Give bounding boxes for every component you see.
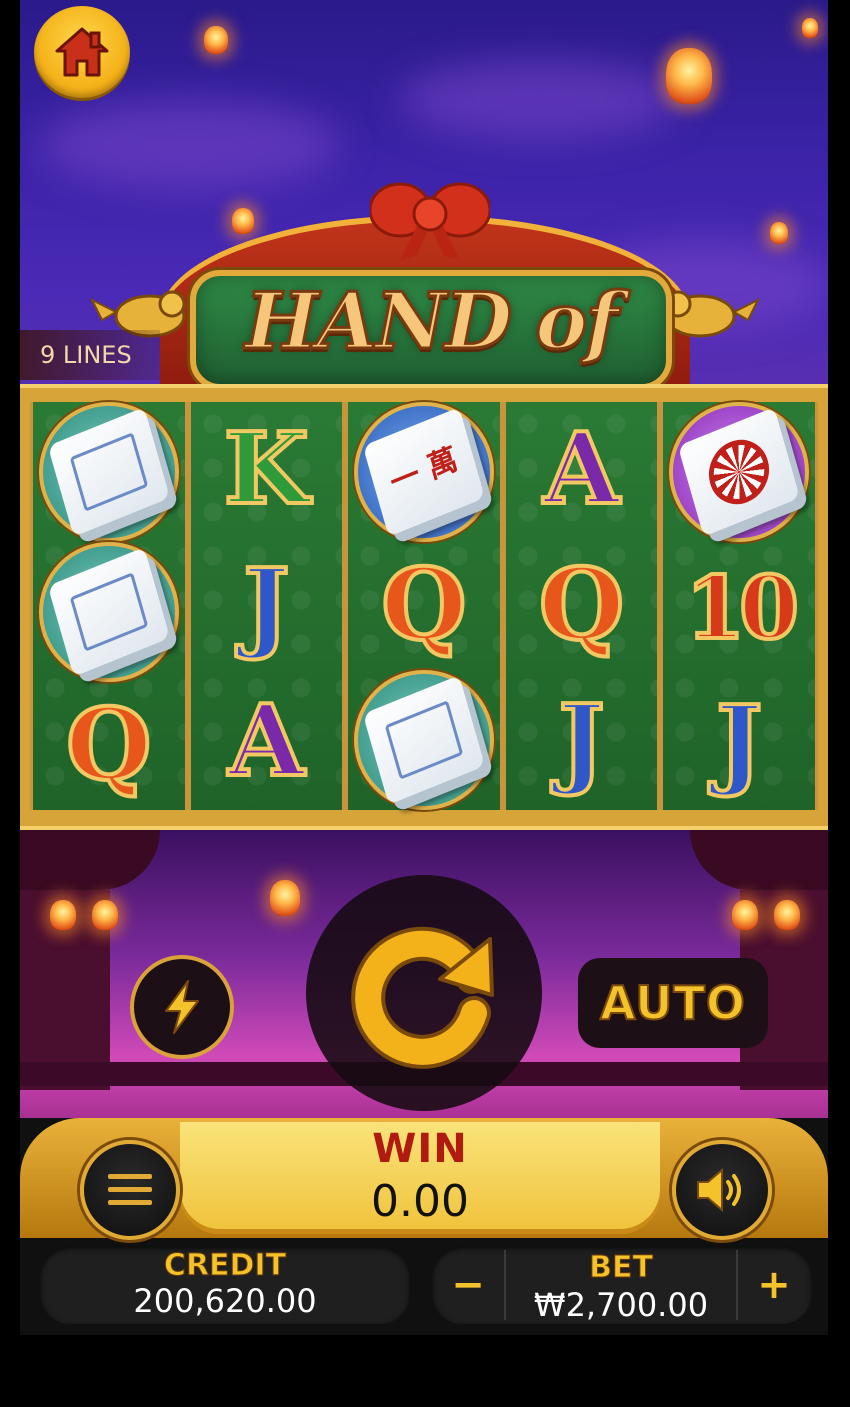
home-button[interactable] bbox=[34, 6, 130, 98]
reel-5: 10 J bbox=[660, 402, 818, 810]
game-logo-title: HAND of GOD bbox=[244, 275, 621, 489]
sky-lantern bbox=[770, 222, 788, 244]
paylines-label: 9 LINES bbox=[20, 330, 160, 380]
symbol-a: A bbox=[542, 412, 622, 527]
sky-lantern bbox=[232, 208, 254, 234]
blank-tile-frame bbox=[384, 700, 464, 780]
bet-increase-button[interactable]: + bbox=[738, 1246, 810, 1324]
game-screen: HAND of GOD 9 LINES QKJA一 萬QAQJ10J bbox=[20, 0, 828, 1335]
reel-cell: J bbox=[663, 676, 815, 810]
mahjong-tile-icon bbox=[362, 675, 486, 805]
reel-cell: J bbox=[191, 538, 343, 674]
reel-cell bbox=[663, 402, 815, 542]
sky-lantern bbox=[270, 880, 300, 916]
speaker-icon bbox=[697, 1167, 741, 1213]
reel-cell: Q bbox=[33, 682, 185, 810]
bet-value: ₩2,700.00 bbox=[533, 1286, 709, 1324]
symbol-q: Q bbox=[537, 548, 626, 663]
reel-3: 一 萬 Q bbox=[345, 402, 503, 810]
mahjong-tile-symbol bbox=[38, 402, 179, 542]
reel-cell: A bbox=[506, 402, 658, 538]
reel-cell: 10 bbox=[663, 542, 815, 676]
temple-lantern bbox=[732, 900, 758, 930]
temple-roof-right bbox=[690, 830, 828, 890]
bet-decrease-button[interactable]: − bbox=[432, 1246, 504, 1324]
blank-tile-frame bbox=[69, 572, 149, 652]
mahjong-tile-symbol bbox=[353, 670, 494, 810]
reel-2: KJA bbox=[187, 402, 346, 810]
symbol-q: Q bbox=[379, 548, 468, 663]
sound-button[interactable] bbox=[672, 1140, 772, 1240]
mahjong-tile-icon bbox=[47, 547, 171, 677]
mahjong-tile-symbol bbox=[669, 402, 810, 542]
bet-label: BET bbox=[589, 1250, 654, 1286]
tile-circle-icon bbox=[701, 430, 777, 514]
temple-lantern bbox=[92, 900, 118, 930]
sky-lantern bbox=[666, 48, 712, 104]
cloud bbox=[40, 100, 340, 190]
cloud bbox=[400, 60, 680, 140]
symbol-q: Q bbox=[64, 688, 153, 803]
symbol-j: J bbox=[241, 548, 291, 663]
temple-roof-left bbox=[20, 830, 160, 890]
symbol-j: J bbox=[556, 684, 606, 799]
win-label: WIN bbox=[372, 1126, 468, 1172]
reel-cell: Q bbox=[348, 542, 500, 670]
sky-lantern bbox=[204, 26, 228, 54]
credit-value: 200,620.00 bbox=[133, 1282, 317, 1320]
credit-label: CREDIT bbox=[163, 1248, 287, 1284]
reel-cell: Q bbox=[506, 538, 658, 674]
mahjong-tile-icon bbox=[677, 407, 801, 537]
reels-grid: QKJA一 萬 Q A Q J 10 J bbox=[30, 402, 818, 810]
symbol-a: A bbox=[226, 684, 306, 799]
reel-cell: 一 萬 bbox=[348, 402, 500, 542]
temple-lantern bbox=[50, 900, 76, 930]
ribbon-bow-icon bbox=[370, 182, 490, 260]
sky-lantern bbox=[802, 18, 818, 38]
blank-tile-frame bbox=[69, 432, 149, 512]
reel-cell: J bbox=[506, 674, 658, 810]
mahjong-tile-symbol bbox=[38, 542, 179, 682]
turbo-button[interactable] bbox=[130, 955, 234, 1059]
lightning-icon bbox=[165, 980, 199, 1034]
win-value: 0.00 bbox=[371, 1176, 469, 1227]
tile-character: 一 萬 bbox=[386, 441, 462, 502]
reel-1: Q bbox=[30, 402, 188, 810]
mahjong-tile-icon: 一 萬 bbox=[362, 407, 486, 537]
golden-bird-icon bbox=[664, 290, 760, 338]
symbol-k: K bbox=[222, 412, 311, 527]
reel-cell: A bbox=[191, 674, 343, 810]
reel-cell bbox=[348, 670, 500, 810]
reel-cell bbox=[33, 542, 185, 682]
home-icon bbox=[55, 27, 109, 77]
reel-cell: K bbox=[191, 402, 343, 538]
menu-icon bbox=[108, 1174, 152, 1205]
reel-cell bbox=[33, 402, 185, 542]
symbol-10: 10 bbox=[683, 558, 801, 659]
spin-icon bbox=[351, 926, 494, 1069]
symbol-j: J bbox=[714, 685, 764, 800]
menu-button[interactable] bbox=[80, 1140, 180, 1240]
auto-label: AUTO bbox=[599, 975, 747, 1031]
mahjong-tile-symbol: 一 萬 bbox=[353, 402, 494, 542]
reel-4: AQJ bbox=[502, 402, 661, 810]
spin-button[interactable] bbox=[306, 875, 542, 1111]
temple-lantern bbox=[774, 900, 800, 930]
auto-spin-button[interactable]: AUTO bbox=[578, 958, 768, 1048]
mahjong-tile-icon bbox=[47, 407, 171, 537]
